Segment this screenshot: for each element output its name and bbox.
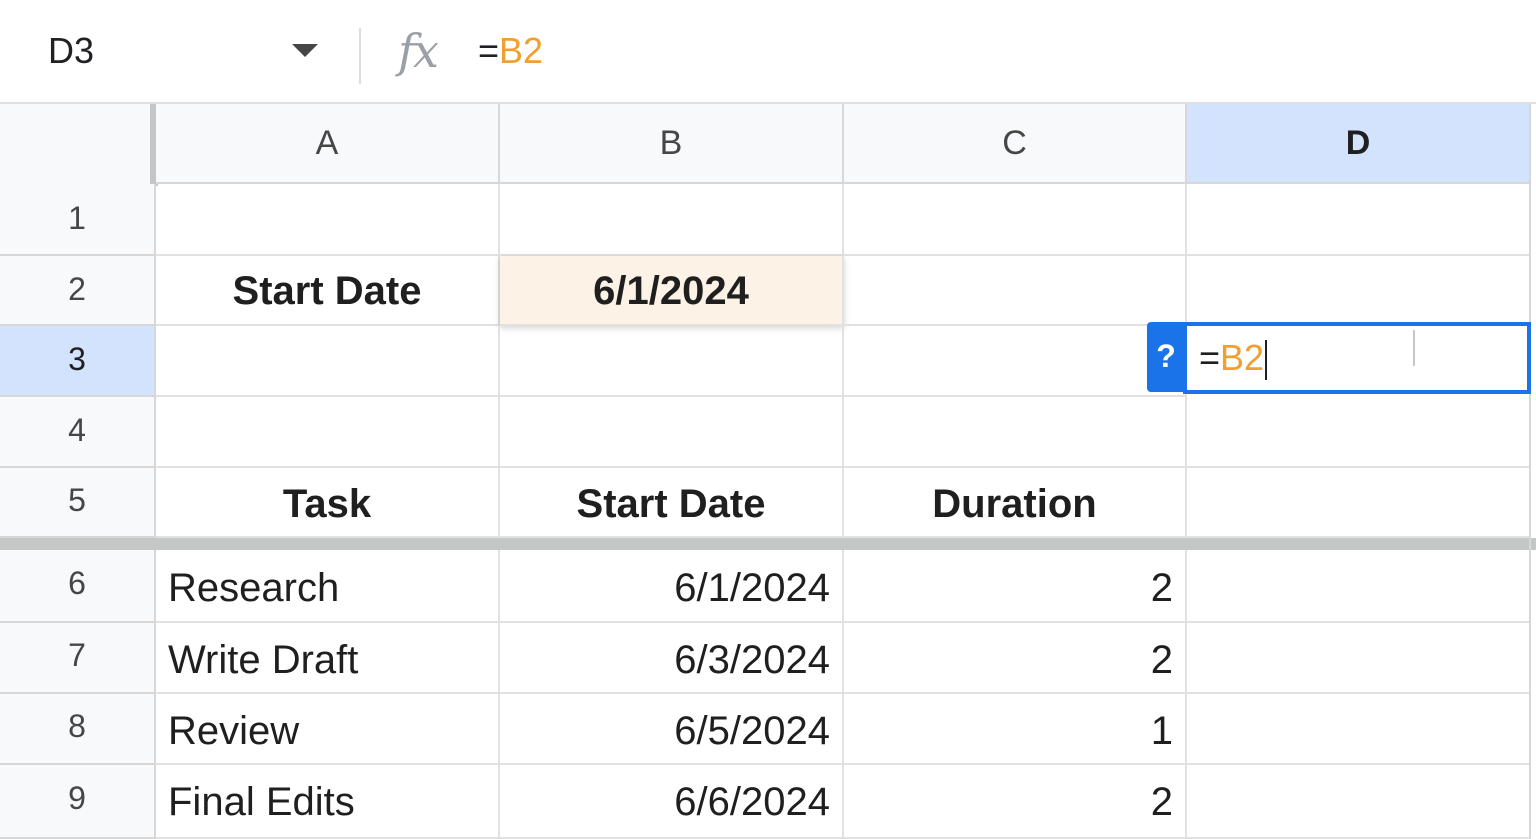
formula-prefix: = xyxy=(478,30,500,71)
formula-reference: B2 xyxy=(499,30,544,71)
row-header-7[interactable]: 7 xyxy=(0,623,156,694)
row-header-2[interactable]: 2 xyxy=(0,256,156,326)
cell-c6[interactable]: 2 xyxy=(844,550,1187,623)
row-header-1[interactable]: 1 xyxy=(0,184,156,256)
cell-c3[interactable] xyxy=(844,326,1187,397)
cell-a4[interactable] xyxy=(156,397,500,468)
column-header-d[interactable]: D xyxy=(1187,104,1531,184)
cell-d1[interactable] xyxy=(1187,184,1531,256)
row-header-5[interactable]: 5 xyxy=(0,468,156,538)
cell-a3[interactable] xyxy=(156,326,500,397)
row-header-8[interactable]: 8 xyxy=(0,694,156,765)
cell-c4[interactable] xyxy=(844,397,1187,468)
formula-input[interactable]: =B2 xyxy=(478,30,543,72)
cell-d5[interactable] xyxy=(1187,468,1531,538)
select-all-corner[interactable] xyxy=(0,104,158,186)
row-header-4[interactable]: 4 xyxy=(0,397,156,468)
cell-b5[interactable]: Start Date xyxy=(500,468,844,538)
cell-d6[interactable] xyxy=(1187,550,1531,623)
cell-a1[interactable] xyxy=(156,184,500,256)
cell-c8[interactable]: 1 xyxy=(844,694,1187,765)
name-box-value: D3 xyxy=(48,30,95,71)
cell-a6[interactable]: Research xyxy=(156,550,500,623)
cell-b9[interactable]: 6/6/2024 xyxy=(500,765,844,839)
cell-c5[interactable]: Duration xyxy=(844,468,1187,538)
frozen-rows-divider[interactable] xyxy=(0,538,1536,550)
column-header-a[interactable]: A xyxy=(156,104,500,184)
cell-b1[interactable] xyxy=(500,184,844,256)
cell-b4[interactable] xyxy=(500,397,844,468)
column-header-c[interactable]: C xyxy=(844,104,1187,184)
cell-d3-editor[interactable]: =B2 xyxy=(1183,322,1531,394)
cell-a2[interactable]: Start Date xyxy=(156,256,500,326)
cell-a5[interactable]: Task xyxy=(156,468,500,538)
fx-icon: fx xyxy=(398,24,439,78)
cell-a7[interactable]: Write Draft xyxy=(156,623,500,694)
chevron-down-icon[interactable] xyxy=(292,44,318,57)
editor-reference: B2 xyxy=(1220,337,1265,378)
cell-a9[interactable]: Final Edits xyxy=(156,765,500,839)
formula-help-button[interactable]: ? xyxy=(1147,322,1185,392)
ibeam-cursor-icon xyxy=(1407,330,1421,366)
formula-bar: D3 fx =B2 xyxy=(0,0,1536,104)
row-header-9[interactable]: 9 xyxy=(0,765,156,839)
cell-d7[interactable] xyxy=(1187,623,1531,694)
cell-b3[interactable] xyxy=(500,326,844,397)
cell-d4[interactable] xyxy=(1187,397,1531,468)
cell-d9[interactable] xyxy=(1187,765,1531,839)
text-cursor xyxy=(1265,340,1268,381)
cell-d2[interactable] xyxy=(1187,256,1531,326)
formula-bar-divider xyxy=(359,28,361,84)
cell-c9[interactable]: 2 xyxy=(844,765,1187,839)
cell-b2[interactable]: 6/1/2024 xyxy=(500,256,844,326)
cell-c7[interactable]: 2 xyxy=(844,623,1187,694)
cell-d8[interactable] xyxy=(1187,694,1531,765)
column-header-b[interactable]: B xyxy=(500,104,844,184)
cell-b7[interactable]: 6/3/2024 xyxy=(500,623,844,694)
row-header-3[interactable]: 3 xyxy=(0,326,156,397)
cell-c1[interactable] xyxy=(844,184,1187,256)
cell-b8[interactable]: 6/5/2024 xyxy=(500,694,844,765)
cell-b6[interactable]: 6/1/2024 xyxy=(500,550,844,623)
grid-right-edge xyxy=(1529,104,1531,839)
cell-a8[interactable]: Review xyxy=(156,694,500,765)
cell-c2[interactable] xyxy=(844,256,1187,326)
name-box[interactable]: D3 xyxy=(0,0,345,102)
row-header-6[interactable]: 6 xyxy=(0,550,156,623)
editor-prefix: = xyxy=(1199,337,1221,378)
